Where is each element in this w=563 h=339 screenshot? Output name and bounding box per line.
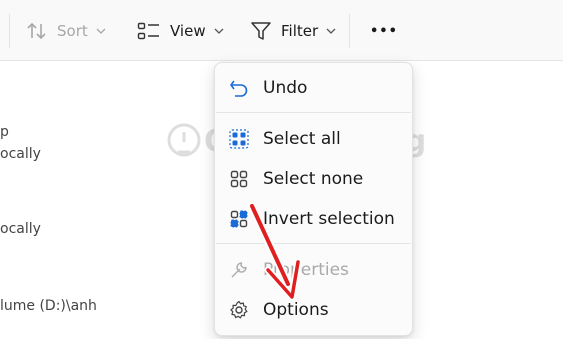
menu-divider [216, 112, 411, 113]
menu-item-undo[interactable]: Undo [215, 70, 412, 106]
toolbar-divider [9, 14, 10, 48]
menu-item-select-all[interactable]: Select all [215, 121, 412, 157]
view-icon [137, 21, 161, 41]
select-none-icon [229, 169, 249, 189]
menu-item-label: Undo [263, 78, 308, 98]
list-item: p [0, 124, 9, 140]
more-options-button[interactable]: ••• [370, 14, 398, 48]
filter-label: Filter [281, 22, 319, 40]
view-label: View [170, 22, 206, 40]
list-item: ocally [0, 221, 41, 237]
sort-button[interactable]: Sort [26, 14, 106, 48]
undo-icon [229, 78, 249, 98]
menu-item-select-none[interactable]: Select none [215, 161, 412, 197]
toolbar-divider [349, 14, 350, 48]
sort-label: Sort [57, 22, 88, 40]
list-item: lume (D:)\anh [0, 298, 97, 314]
filter-button[interactable]: Filter [250, 14, 336, 48]
chevron-down-icon [326, 28, 336, 34]
sort-icon [26, 21, 48, 41]
menu-item-label: Select none [263, 169, 364, 189]
more-icon: ••• [370, 23, 398, 39]
list-item: ocally [0, 146, 41, 162]
chevron-down-icon [214, 28, 224, 34]
filter-icon [250, 20, 272, 42]
select-all-icon [229, 129, 249, 149]
view-button[interactable]: View [137, 14, 224, 48]
chevron-down-icon [96, 28, 106, 34]
red-arrow-annotation [230, 200, 330, 310]
menu-item-label: Select all [263, 129, 341, 149]
command-bar: Sort View Filter ••• [0, 0, 563, 61]
